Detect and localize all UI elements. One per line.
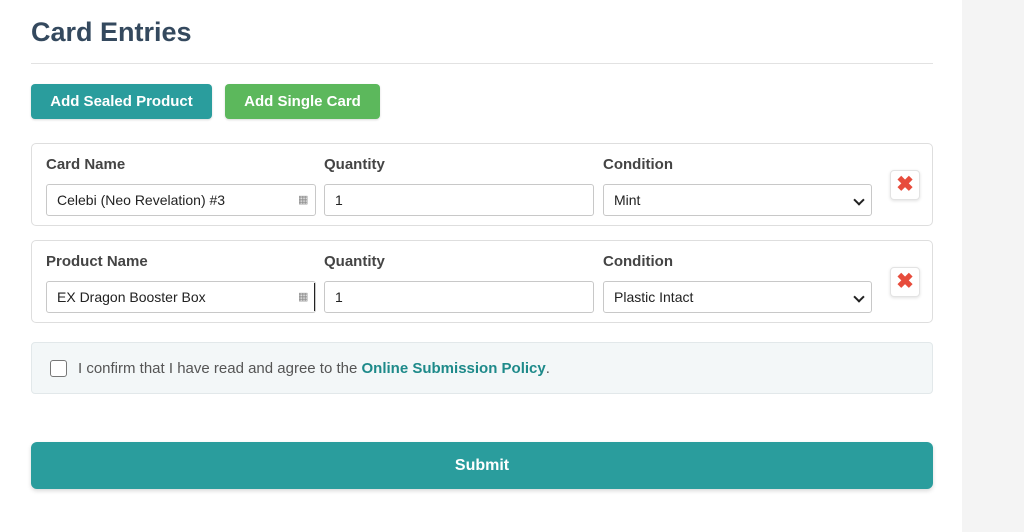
quantity-input[interactable]: 1 xyxy=(324,184,594,216)
policy-link[interactable]: Online Submission Policy xyxy=(362,360,546,377)
policy-checkbox[interactable] xyxy=(50,360,67,377)
condition-label: Condition xyxy=(603,253,673,270)
condition-label: Condition xyxy=(603,156,673,173)
card-name-value: Celebi (Neo Revelation) #3 xyxy=(57,192,226,208)
condition-select[interactable]: Mint xyxy=(603,184,872,216)
text-caret xyxy=(314,283,315,311)
policy-text: I confirm that I have read and agree to … xyxy=(78,360,550,378)
card-name-label: Card Name xyxy=(46,156,126,173)
submit-button[interactable]: Submit xyxy=(31,442,933,489)
product-name-label: Product Name xyxy=(46,253,148,270)
page-title: Card Entries xyxy=(31,17,192,47)
autofill-icon[interactable]: ▦ xyxy=(298,193,310,207)
policy-text-after: . xyxy=(545,360,550,377)
title-divider xyxy=(31,63,933,64)
chevron-down-icon xyxy=(853,291,865,303)
quantity-label: Quantity xyxy=(324,156,385,173)
add-sealed-product-button[interactable]: Add Sealed Product xyxy=(31,84,212,119)
card-entries-panel: Card Entries Add Sealed Product Add Sing… xyxy=(0,0,962,532)
quantity-input[interactable]: 1 xyxy=(324,281,594,313)
entry-row-card: Card Name Quantity Condition Celebi (Neo… xyxy=(31,143,933,226)
condition-value: Plastic Intact xyxy=(614,289,694,305)
card-name-input[interactable]: Celebi (Neo Revelation) #3 ▦ xyxy=(46,184,316,216)
close-icon: ✖ xyxy=(896,270,914,293)
product-name-value: EX Dragon Booster Box xyxy=(57,289,206,305)
entry-row-product: Product Name Quantity Condition EX Drago… xyxy=(31,240,933,323)
condition-select[interactable]: Plastic Intact xyxy=(603,281,872,313)
product-name-input[interactable]: EX Dragon Booster Box ▦ xyxy=(46,281,316,313)
quantity-value: 1 xyxy=(335,289,343,305)
close-icon: ✖ xyxy=(896,173,914,196)
policy-confirmation-box: I confirm that I have read and agree to … xyxy=(31,342,933,394)
add-single-card-button[interactable]: Add Single Card xyxy=(225,84,380,119)
policy-text-before: I confirm that I have read and agree to … xyxy=(78,360,362,377)
condition-value: Mint xyxy=(614,192,641,208)
remove-entry-button[interactable]: ✖ xyxy=(890,267,920,297)
remove-entry-button[interactable]: ✖ xyxy=(890,170,920,200)
autofill-icon[interactable]: ▦ xyxy=(298,290,310,304)
quantity-label: Quantity xyxy=(324,253,385,270)
quantity-value: 1 xyxy=(335,192,343,208)
chevron-down-icon xyxy=(853,194,865,206)
